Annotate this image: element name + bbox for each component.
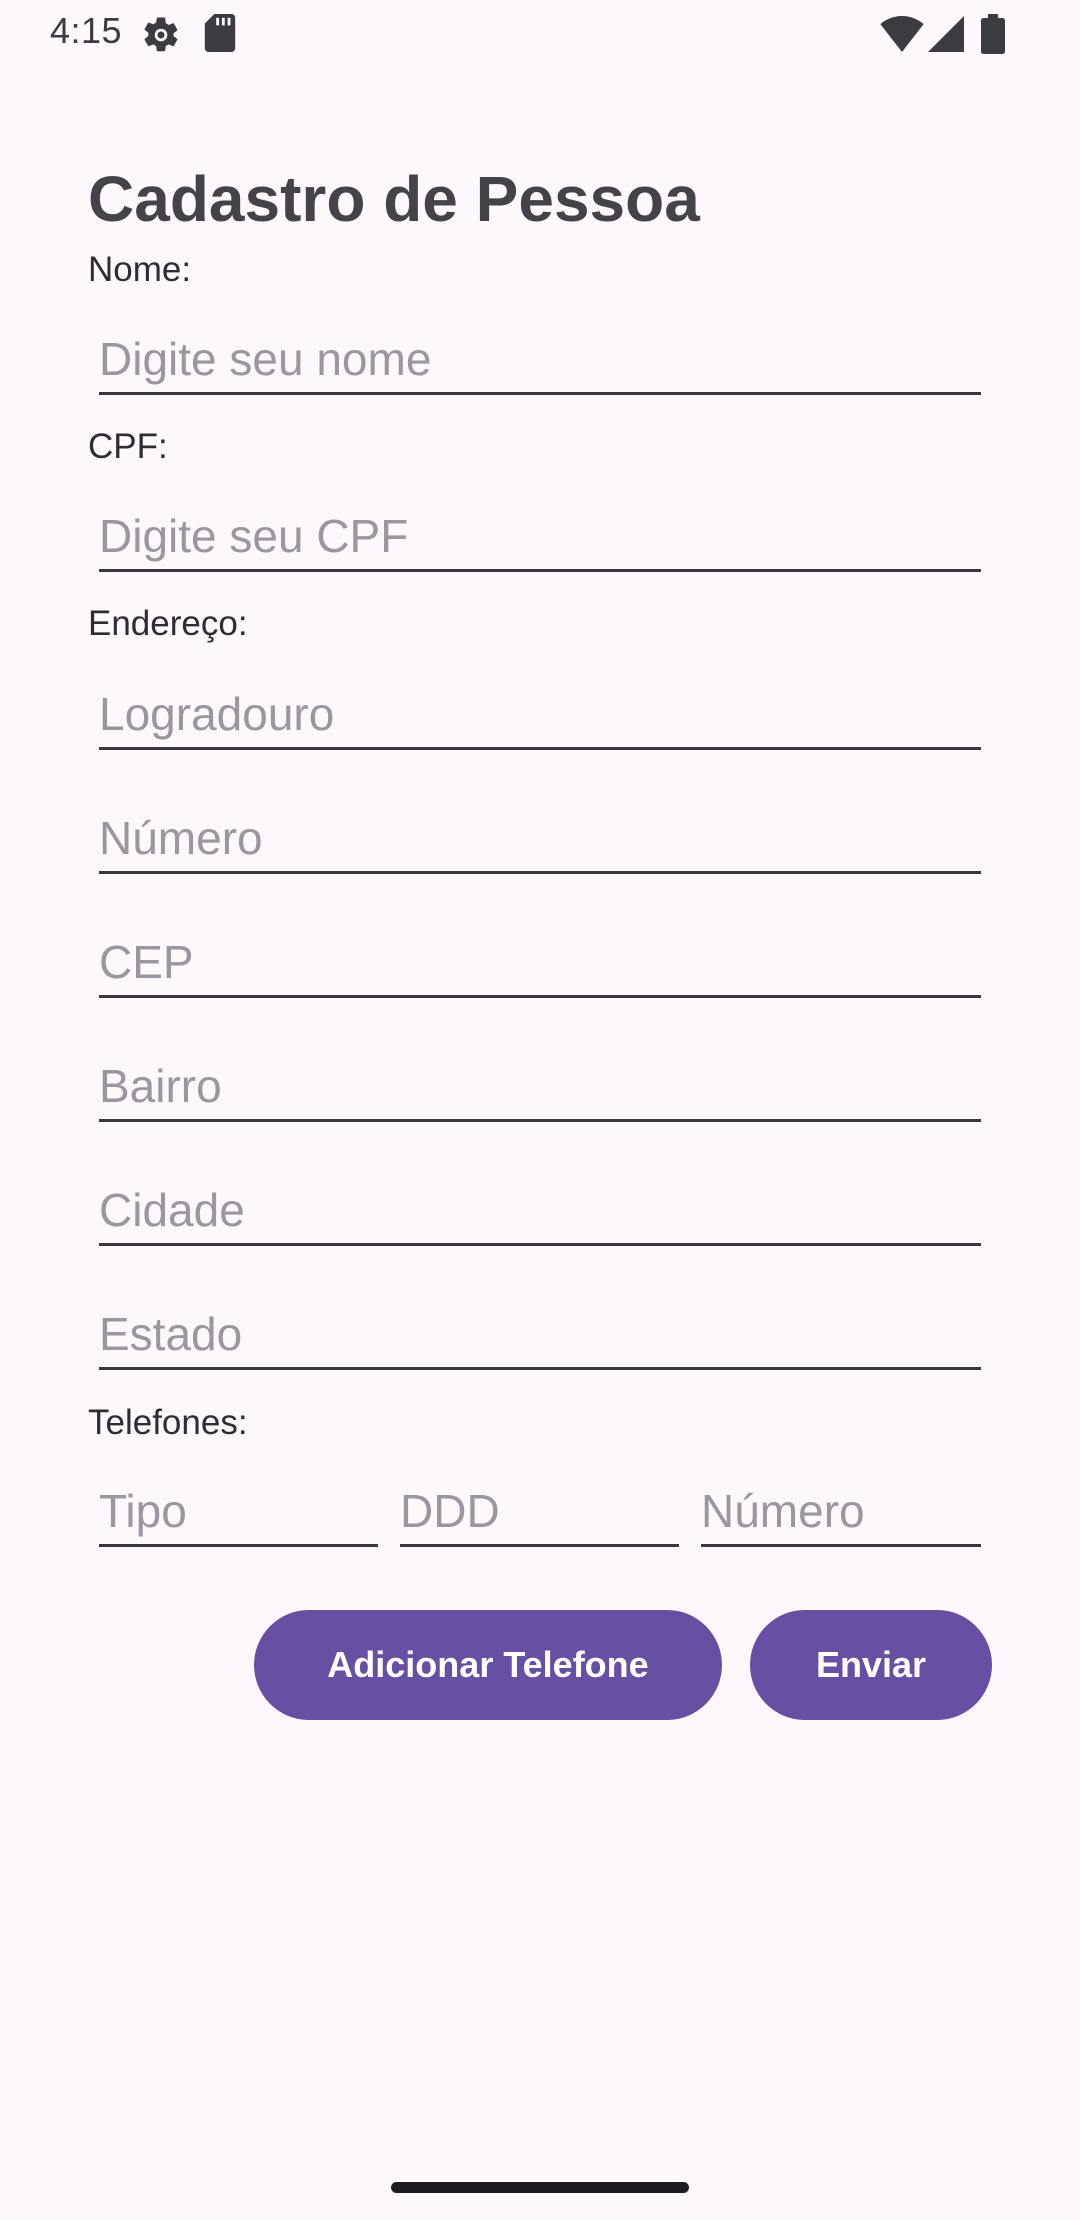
logradouro-input[interactable] bbox=[99, 684, 981, 750]
home-gesture-bar[interactable] bbox=[391, 2182, 689, 2193]
numero-input[interactable] bbox=[99, 808, 981, 874]
nome-input[interactable] bbox=[99, 329, 981, 395]
status-time: 4:15 bbox=[50, 10, 123, 51]
cpf-label: CPF: bbox=[88, 427, 168, 466]
cidade-input[interactable] bbox=[99, 1180, 981, 1246]
sd-card-icon bbox=[204, 14, 236, 57]
endereco-label: Endereço: bbox=[88, 604, 248, 643]
signal-icon bbox=[928, 16, 964, 57]
telefone-numero-input[interactable] bbox=[701, 1481, 981, 1547]
submit-button[interactable]: Enviar bbox=[750, 1610, 992, 1720]
telefone-tipo-input[interactable] bbox=[99, 1481, 378, 1547]
battery-icon bbox=[981, 14, 1005, 59]
telefone-ddd-input[interactable] bbox=[400, 1481, 679, 1547]
cep-input[interactable] bbox=[99, 932, 981, 998]
cpf-input[interactable] bbox=[99, 506, 981, 572]
bairro-input[interactable] bbox=[99, 1056, 981, 1122]
status-bar: 4:15 bbox=[0, 0, 1080, 66]
nome-label: Nome: bbox=[88, 250, 192, 289]
telefones-label: Telefones: bbox=[88, 1403, 248, 1442]
page-title: Cadastro de Pessoa bbox=[88, 163, 700, 235]
add-phone-button[interactable]: Adicionar Telefone bbox=[254, 1610, 722, 1720]
wifi-icon bbox=[880, 16, 924, 57]
estado-input[interactable] bbox=[99, 1304, 981, 1370]
settings-icon bbox=[140, 14, 182, 61]
